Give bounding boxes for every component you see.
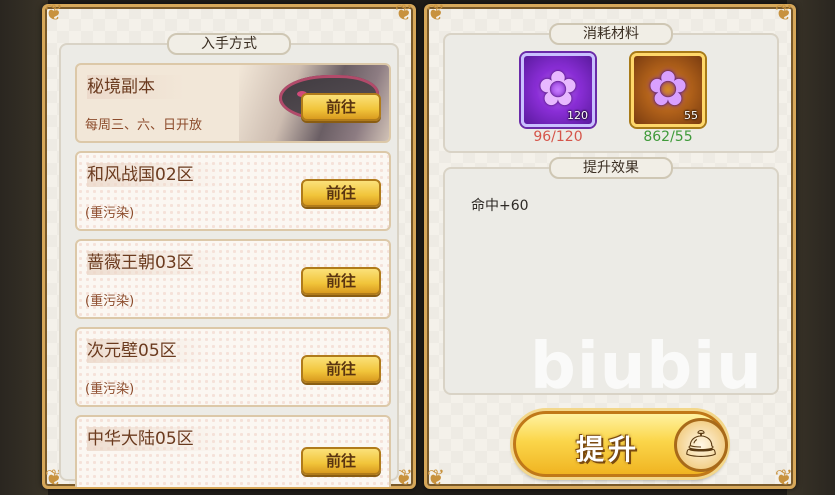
source-card-zone-china[interactable]: 中华大陆05区 前往 (75, 415, 391, 487)
background-left (0, 0, 48, 495)
source-name: 中华大陆05区 (87, 427, 224, 451)
source-name: 和风战国02区 (87, 163, 224, 187)
goto-button[interactable]: 前往 (301, 447, 381, 475)
material-item[interactable]: ✿ 120 96/120 (521, 53, 595, 145)
source-note: 每周三、六、日开放 (85, 118, 203, 133)
source-card-zone-rose[interactable]: 蔷薇王朝03区 (重污染) 前往 (75, 239, 391, 319)
goto-button[interactable]: 前往 (301, 93, 381, 121)
source-note: (重污染) (85, 294, 135, 309)
goto-button[interactable]: 前往 (301, 179, 381, 207)
material-count: 96/120 (533, 129, 583, 145)
goto-button[interactable]: 前往 (301, 355, 381, 383)
upgrade-panel: ❦ ❦ ❦ ❦ 消耗材料 ✿ 120 96/120 ✿ 55 862/55 提升… (424, 1, 796, 491)
purple-flower-icon: ✿ (647, 60, 689, 117)
material-badge: 55 (684, 109, 698, 122)
materials-section: 消耗材料 ✿ 120 96/120 ✿ 55 862/55 (443, 23, 779, 153)
corner-ornament-icon: ❦ (774, 1, 794, 26)
material-count: 862/55 (643, 129, 693, 145)
effects-title: 提升效果 (549, 157, 673, 179)
source-card-zone-dimension[interactable]: 次元壁05区 (重污染) 前往 (75, 327, 391, 407)
upgrade-button[interactable]: 提升 🛎 (513, 411, 728, 477)
corner-ornament-icon: ❦ (44, 1, 64, 26)
upgrade-label: 提升 (576, 433, 641, 466)
source-card-secret-dungeon[interactable]: 秘境副本 每周三、六、日开放 前往 (75, 63, 391, 143)
corner-ornament-icon: ❦ (426, 1, 446, 26)
bell-icon: 🛎 (674, 418, 728, 472)
source-list[interactable]: 秘境副本 每周三、六、日开放 前往 和风战国02区 (重污染) 前往 蔷薇王朝0… (61, 47, 406, 487)
purple-flower-icon: ✿ (537, 60, 579, 117)
source-name: 秘境副本 (87, 75, 185, 99)
material-icon-frame[interactable]: ✿ 55 (631, 53, 705, 127)
corner-ornament-icon: ❦ (394, 1, 414, 26)
goto-button[interactable]: 前往 (301, 267, 381, 295)
material-icon-frame[interactable]: ✿ 120 (521, 53, 595, 127)
corner-ornament-icon: ❦ (774, 466, 794, 491)
watermark-text: biubiu (530, 330, 763, 404)
effect-line: 命中+60 (471, 198, 529, 214)
source-name: 次元壁05区 (87, 339, 207, 363)
acquisition-panel: ❦ ❦ ❦ ❦ 入手方式 秘境副本 每周三、六、日开放 前往 和风战国02区 (… (42, 1, 416, 491)
source-note: (重污染) (85, 382, 135, 397)
material-item[interactable]: ✿ 55 862/55 (631, 53, 705, 145)
material-badge: 120 (567, 109, 588, 122)
materials-title: 消耗材料 (549, 23, 673, 45)
source-card-zone-wafu[interactable]: 和风战国02区 (重污染) 前往 (75, 151, 391, 231)
source-note: (重污染) (85, 206, 135, 221)
corner-ornament-icon: ❦ (426, 466, 446, 491)
source-name: 蔷薇王朝03区 (87, 251, 224, 275)
